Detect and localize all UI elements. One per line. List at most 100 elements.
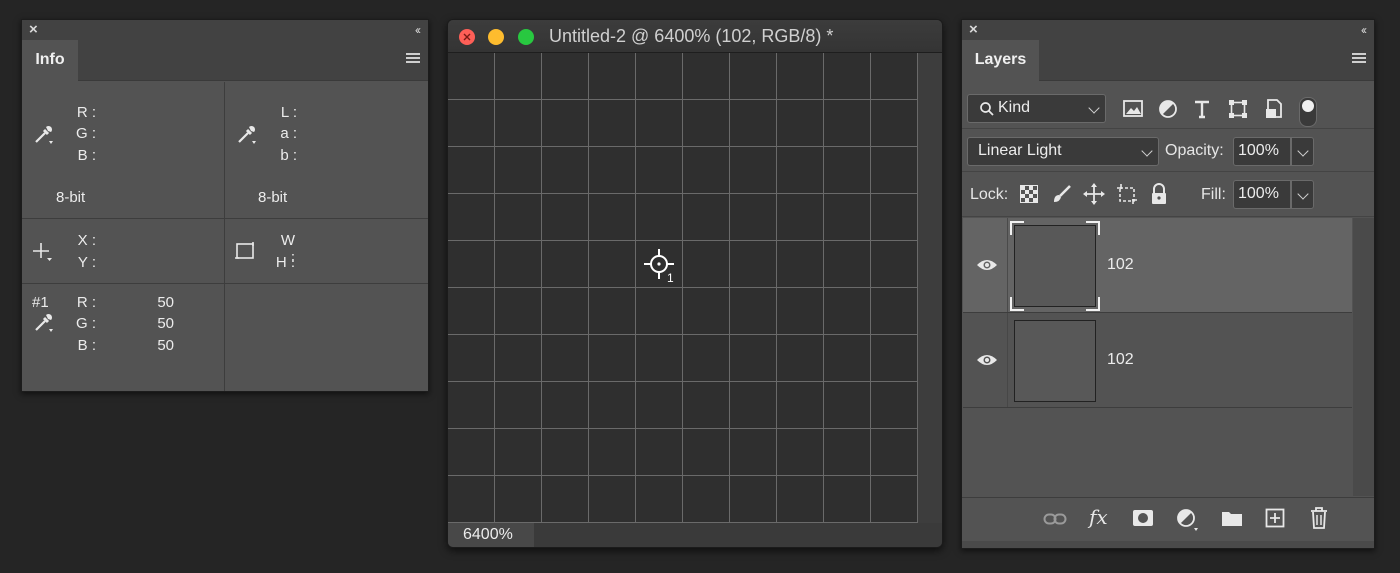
panel-menu-icon[interactable] [406,53,420,63]
chevron-down-icon [1297,188,1309,200]
lock-label: Lock: [970,186,1009,203]
image-filter-icon[interactable] [1122,99,1144,119]
info-lab-cell: L : a : b : 8-bit [225,82,428,219]
tab-layers[interactable]: Layers [962,40,1039,81]
layer-row[interactable]: 102 [963,218,1352,313]
layer-thumbnail [1014,320,1096,402]
shape-filter-icon[interactable] [1228,99,1248,119]
tab-info[interactable]: Info [22,40,78,81]
new-layer-icon[interactable] [1265,508,1285,528]
close-window-button[interactable] [459,29,475,45]
collapse-icon[interactable]: ‹‹ [1361,21,1367,39]
lock-pixels-icon[interactable] [1052,184,1072,204]
layer-row[interactable]: 102 [963,313,1352,408]
close-icon[interactable]: × [969,21,978,39]
lock-transparency-icon[interactable] [1020,185,1038,203]
layers-panel: × ‹‹ Layers Kind Linear Light Opacity: 1… [961,19,1375,549]
fill-slider-button[interactable] [1291,180,1314,209]
eye-visibility-icon[interactable] [976,257,998,273]
eyedropper-icon [35,125,53,144]
selected-thumbnail-corners [1010,221,1100,311]
sampler-r-value: 50 [157,294,174,311]
info-panel-header: × ‹‹ [22,20,428,40]
layers-scrollbar[interactable] [1353,218,1374,496]
opacity-slider-button[interactable] [1291,137,1314,166]
mask-icon[interactable] [1132,509,1154,527]
sampler-g-label: G : [75,315,96,332]
filter-kind-dropdown[interactable]: Kind [967,94,1106,123]
blend-mode-dropdown[interactable]: Linear Light [967,137,1159,166]
info-b-label: B : [77,147,96,164]
lock-position-icon[interactable] [1083,183,1105,205]
adjustment-icon[interactable] [1176,508,1200,532]
smart-object-filter-icon[interactable] [1264,98,1284,120]
chevron-down-icon [1088,102,1100,114]
layer-filter-row: Kind [962,82,1374,129]
panel-menu-icon[interactable] [1352,53,1366,63]
eye-visibility-icon[interactable] [976,352,998,368]
sampler-marker-label: 1 [667,271,674,285]
info-h-label: H : [275,254,295,271]
zoom-window-button[interactable] [518,29,534,45]
sampler-id: #1 [32,294,49,311]
eyedropper-icon [35,313,53,332]
layers-list: 102 102 [962,218,1374,496]
status-bar: 6400% [448,523,942,547]
opacity-field[interactable]: 100% [1233,137,1291,166]
document-title-bar[interactable]: Untitled-2 @ 6400% (102, RGB/8) * [448,20,942,53]
chevron-down-icon [1141,145,1153,157]
sampler-g-value: 50 [157,315,174,332]
fill-label: Fill: [1201,186,1226,203]
trash-icon[interactable] [1310,507,1328,529]
info-rgb-cell: R : G : B : 8-bit [22,82,225,219]
document-window: Untitled-2 @ 6400% (102, RGB/8) * 1 6400… [447,19,943,548]
link-icon[interactable] [1043,512,1067,526]
crosshair-icon [33,243,52,261]
info-sampler-cell: #1 R : G : B : 50 50 50 [22,284,225,391]
info-g-label: G : [75,125,96,142]
lock-row: Lock: Fill: 100% [962,172,1374,217]
info-a-label: a : [280,125,297,142]
eyedropper-icon [238,125,256,144]
layers-footer: fx [962,497,1374,542]
chevron-down-icon [1297,145,1309,157]
blend-row: Linear Light Opacity: 100% [962,129,1374,172]
opacity-value: 100% [1238,142,1279,159]
row-divider [1007,313,1008,407]
fx-icon[interactable]: fx [1089,505,1108,529]
info-y-label: Y : [77,254,96,271]
search-icon [980,102,994,116]
layers-panel-header: × ‹‹ [962,20,1374,40]
sampler-b-label: B : [77,337,96,354]
minimize-window-button[interactable] [488,29,504,45]
layer-name[interactable]: 102 [1107,351,1134,369]
folder-icon[interactable] [1221,509,1243,527]
zoom-level: 6400% [463,526,513,543]
type-filter-icon[interactable] [1192,99,1212,119]
blend-mode-value: Linear Light [978,142,1062,159]
panel-resize-handle[interactable] [962,541,1374,548]
info-xy-cell: X : Y : [22,219,225,284]
document-title: Untitled-2 @ 6400% (102, RGB/8) * [549,26,834,46]
info-panel: × ‹‹ Info R : G : B : 8-bit L : a : b : … [21,19,429,392]
close-icon[interactable]: × [29,21,38,39]
info-bit-depth-left: 8-bit [56,189,86,206]
info-lab-b-label: b : [280,147,297,164]
vertical-scrollbar[interactable] [918,53,942,523]
info-l-label: L : [280,104,297,121]
sampler-b-value: 50 [157,337,174,354]
layer-name[interactable]: 102 [1107,256,1134,274]
sampler-r-label: R : [76,294,96,311]
fill-value: 100% [1238,185,1279,202]
adjustment-filter-icon[interactable] [1158,99,1178,119]
filter-toggle[interactable] [1299,97,1317,127]
row-divider [1007,218,1008,312]
lock-all-icon[interactable] [1150,183,1168,205]
opacity-label: Opacity: [1165,142,1224,159]
fill-field[interactable]: 100% [1233,180,1291,209]
info-empty-cell [225,284,428,391]
collapse-icon[interactable]: ‹‹ [415,21,421,39]
canvas[interactable]: 1 [448,53,918,523]
lock-artboard-icon[interactable] [1116,183,1138,205]
info-bit-depth-right: 8-bit [258,189,288,206]
